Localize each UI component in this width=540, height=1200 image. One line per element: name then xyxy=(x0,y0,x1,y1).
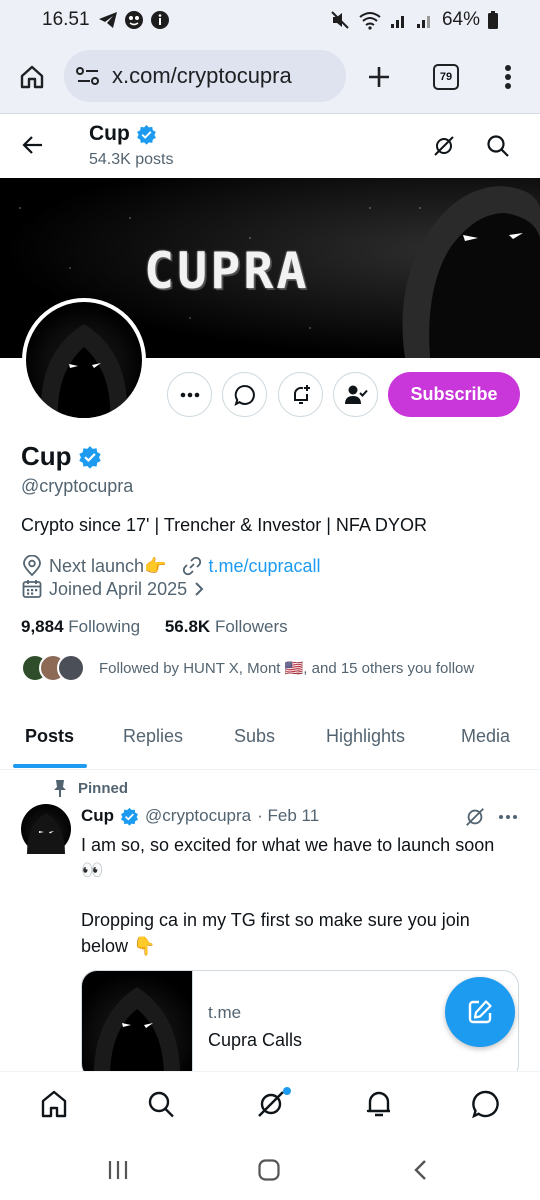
post-date[interactable]: · Feb 11 xyxy=(257,806,319,826)
profile-tabs: Posts Replies Subs Highlights Media xyxy=(0,712,540,770)
hooded-figure-image xyxy=(402,186,540,358)
banner-text: CUPRA xyxy=(144,242,310,300)
mute-icon xyxy=(331,11,349,29)
profile-top-bar: Cup 54.3K posts xyxy=(0,114,540,178)
verified-badge-icon xyxy=(78,445,101,469)
following-button[interactable] xyxy=(333,372,378,417)
active-tab-indicator xyxy=(13,764,87,768)
pinned-label: Pinned xyxy=(78,779,129,797)
site-settings-icon[interactable] xyxy=(76,67,100,85)
emoji-notification-icon xyxy=(125,11,143,29)
joined-text: Joined April 2025 xyxy=(49,578,188,599)
search-icon[interactable] xyxy=(147,1089,175,1119)
search-icon[interactable] xyxy=(486,134,510,158)
more-horizontal-icon xyxy=(180,392,199,397)
following-count: 9,884 xyxy=(21,617,64,636)
info-icon xyxy=(151,11,169,29)
tab-posts[interactable]: Posts xyxy=(25,726,74,747)
subscribe-button[interactable]: Subscribe xyxy=(388,372,520,417)
calendar-icon xyxy=(22,580,42,598)
signal-icon xyxy=(390,16,404,28)
bell-icon[interactable] xyxy=(365,1089,393,1119)
header-name: Cup xyxy=(89,122,130,145)
more-options-button[interactable] xyxy=(167,372,212,417)
followed-by-text: Followed by HUNT X, Mont 🇺🇸, and 15 othe… xyxy=(99,660,475,677)
chat-bubble-icon xyxy=(233,384,255,406)
grok-icon[interactable] xyxy=(432,134,456,158)
bell-plus-icon xyxy=(293,384,310,404)
verified-badge-icon xyxy=(136,124,156,145)
posts-count: 54.3K posts xyxy=(89,151,174,168)
card-title: Cupra Calls xyxy=(208,1030,303,1050)
tab-subs[interactable]: Subs xyxy=(234,726,275,747)
system-nav-bar xyxy=(0,1139,540,1200)
message-button[interactable] xyxy=(222,372,267,417)
address-bar[interactable]: x.com/cryptocupra xyxy=(64,50,346,102)
followers-link[interactable]: 56.8K Followers xyxy=(165,617,288,636)
tab-switcher-button[interactable]: 79 xyxy=(433,64,459,90)
tab-highlights[interactable]: Highlights xyxy=(326,726,405,747)
following-link[interactable]: 9,884 Following xyxy=(21,617,140,636)
signal-icon xyxy=(416,16,430,28)
profile-avatar[interactable] xyxy=(22,298,146,422)
grok-icon[interactable] xyxy=(464,806,486,828)
recent-apps-icon[interactable] xyxy=(107,1159,129,1181)
wifi-icon xyxy=(359,12,381,30)
system-home-icon[interactable] xyxy=(257,1158,281,1182)
battery-percent: 64% xyxy=(441,9,480,30)
compose-post-button[interactable] xyxy=(445,977,515,1047)
grok-icon xyxy=(258,1091,284,1117)
profile-location: Next launch👉 xyxy=(49,555,167,576)
joined-date[interactable]: Joined April 2025 xyxy=(21,578,205,600)
notification-dot xyxy=(283,1087,291,1095)
grok-nav-item[interactable] xyxy=(256,1087,291,1119)
post-more-icon[interactable] xyxy=(498,814,518,820)
followers-count: 56.8K xyxy=(164,617,211,636)
person-check-icon xyxy=(344,385,368,404)
status-time: 16.51 xyxy=(42,9,90,30)
status-bar: 16.51 64% xyxy=(0,0,540,42)
verified-badge-icon xyxy=(121,807,139,826)
avatar xyxy=(57,654,85,682)
battery-icon xyxy=(488,11,498,29)
chevron-right-icon xyxy=(195,582,204,596)
more-vert-icon[interactable] xyxy=(504,64,512,90)
location-pin-icon xyxy=(23,555,41,577)
home-icon[interactable] xyxy=(40,1089,68,1119)
post-paragraph: Dropping ca in my TG first so make sure … xyxy=(81,910,470,956)
post-author-name[interactable]: Cup xyxy=(81,806,114,826)
profile-handle: @cryptocupra xyxy=(21,476,134,496)
post-text: I am so, so excited for what we have to … xyxy=(81,833,521,959)
follow-counts: 9,884 Following 56.8K Followers xyxy=(21,617,288,637)
telegram-icon xyxy=(99,12,117,28)
notify-button[interactable] xyxy=(278,372,323,417)
post-paragraph: I am so, so excited for what we have to … xyxy=(81,835,495,881)
back-arrow-icon[interactable] xyxy=(22,134,44,156)
card-domain: t.me xyxy=(208,1003,242,1022)
system-back-icon[interactable] xyxy=(411,1158,429,1182)
post-author-handle[interactable]: @cryptocupra xyxy=(145,806,251,826)
bottom-nav xyxy=(0,1071,540,1139)
browser-toolbar: x.com/cryptocupra 79 xyxy=(0,42,540,114)
link-icon xyxy=(183,556,202,576)
profile-bio: Crypto since 17' | Trencher & Investor |… xyxy=(21,515,427,535)
tab-replies[interactable]: Replies xyxy=(123,726,183,747)
card-thumbnail xyxy=(82,971,193,1079)
profile-link[interactable]: t.me/cupracall xyxy=(208,556,320,577)
new-tab-icon[interactable] xyxy=(367,65,391,89)
home-icon[interactable] xyxy=(19,64,45,90)
compose-icon xyxy=(468,1000,492,1024)
pin-icon xyxy=(54,780,66,797)
url-text: x.com/cryptocupra xyxy=(112,63,292,88)
tab-media[interactable]: Media xyxy=(461,726,510,747)
profile-name: Cup xyxy=(21,441,72,471)
messages-icon[interactable] xyxy=(471,1089,501,1119)
post-author-avatar[interactable] xyxy=(21,804,71,854)
followed-by[interactable]: Followed by HUNT X, Mont 🇺🇸, and 15 othe… xyxy=(21,654,474,682)
